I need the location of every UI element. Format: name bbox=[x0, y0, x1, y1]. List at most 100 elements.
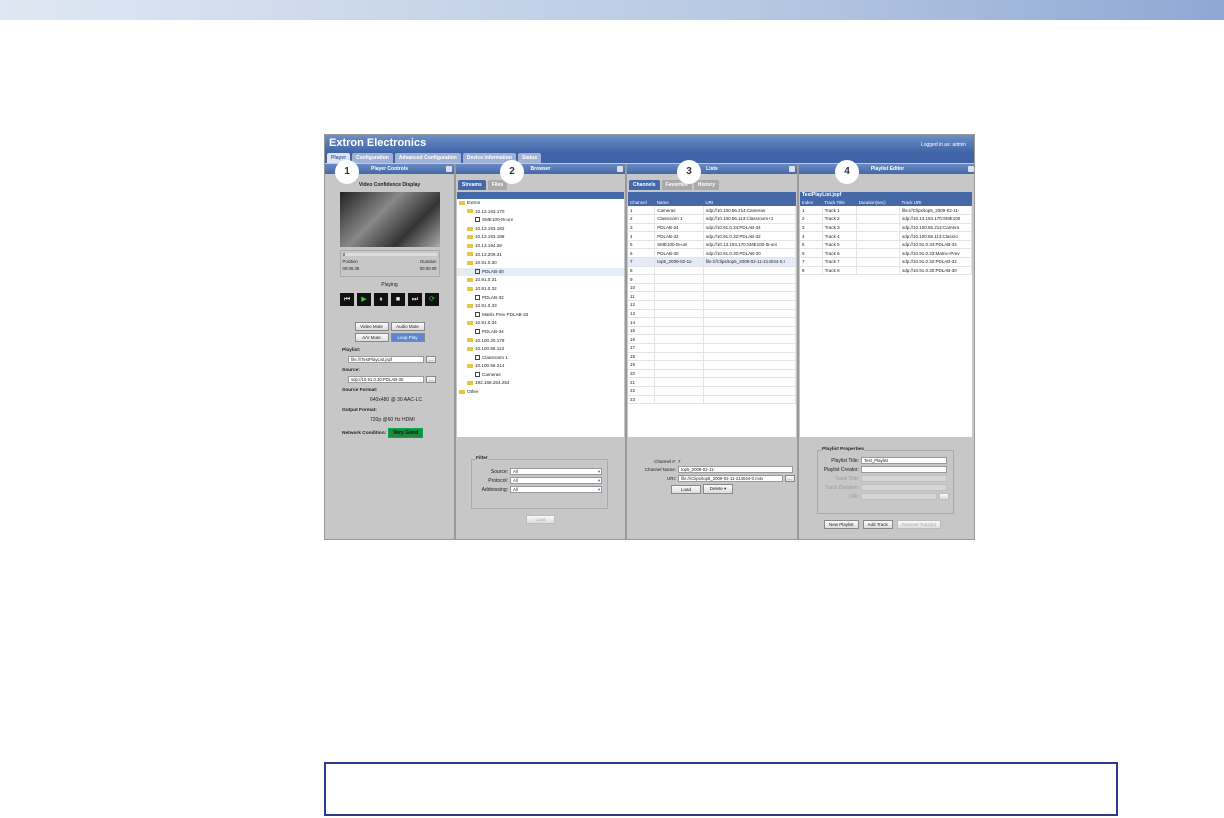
table-row[interactable]: 9 bbox=[628, 274, 796, 284]
tree-node[interactable]: 10.13.209.31 bbox=[457, 251, 624, 260]
filter-select[interactable]: All ▾ bbox=[510, 486, 602, 493]
column-header[interactable]: Channel bbox=[628, 199, 655, 206]
tree-node[interactable]: 10.100.56.214 bbox=[457, 362, 624, 371]
table-row[interactable]: 5 SME100-t5-uni sdp://10.13.193.170:SME100… bbox=[628, 240, 796, 250]
collapse-icon[interactable] bbox=[968, 166, 974, 172]
tree-node[interactable]: 10.13.193.170 bbox=[457, 208, 624, 217]
tree-node[interactable]: 10.100.56.113 bbox=[457, 345, 624, 354]
table-row[interactable]: 6 Track 6 sdp://10.91.0.33:Matrix+Prev bbox=[800, 248, 972, 259]
tree-node[interactable]: 10.13.193.182 bbox=[457, 225, 624, 234]
table-row[interactable]: 17 bbox=[628, 343, 796, 353]
playlist-creator-input[interactable] bbox=[861, 466, 947, 473]
table-row[interactable]: 6 PDLAB-30 sdp://10.91.0.30:PDLAB-30 bbox=[628, 248, 796, 259]
chevron-down-icon[interactable]: ▾ bbox=[598, 487, 600, 492]
table-row[interactable]: 2 Track 2 sdp://10.13.193.170:SME100 bbox=[800, 214, 972, 224]
new-playlist-button[interactable]: New Playlist bbox=[824, 520, 859, 529]
collapse-icon[interactable] bbox=[446, 166, 452, 172]
collapse-icon[interactable] bbox=[789, 166, 795, 172]
tab-streams[interactable]: Streams bbox=[458, 180, 486, 190]
source-input[interactable]: sdp://10.91.0.30:PDLAB-30 bbox=[348, 376, 424, 383]
table-row[interactable]: 4 PDLAB-32 sdp://10.91.0.32:PDLAB-32 bbox=[628, 231, 796, 241]
chevron-down-icon[interactable]: ▾ bbox=[598, 469, 600, 474]
play-icon[interactable]: ▶ bbox=[357, 293, 371, 306]
table-row[interactable]: 8 Track 8 sdp://10.91.0.30:PDLAB-30 bbox=[800, 266, 972, 276]
chevron-down-icon[interactable]: ▾ bbox=[598, 478, 600, 483]
track-title-input[interactable] bbox=[861, 475, 947, 482]
table-row[interactable]: 1 Track 1 file:///Clips/top5_2009-02-11- bbox=[800, 206, 972, 216]
tree-node[interactable]: Extron bbox=[457, 199, 624, 208]
tree-node[interactable]: Other bbox=[457, 388, 624, 397]
table-row[interactable]: 14 bbox=[628, 317, 796, 327]
pause-icon[interactable]: ⏸ bbox=[374, 293, 388, 306]
tab-status[interactable]: Status bbox=[517, 153, 542, 163]
table-row[interactable]: 4 Track 4 sdp://10.100.56.113:Classro bbox=[800, 231, 972, 241]
channel-load-button[interactable]: Load bbox=[671, 484, 701, 494]
stop-icon[interactable]: ■ bbox=[391, 293, 405, 306]
column-header[interactable]: Track Title bbox=[822, 199, 857, 206]
track-duration-stepper[interactable] bbox=[861, 484, 947, 491]
tree-node[interactable]: PDLAB-34 bbox=[457, 328, 624, 337]
table-row[interactable]: 16 bbox=[628, 334, 796, 344]
table-row[interactable]: 19 bbox=[628, 360, 796, 370]
tab-configuration[interactable]: Configuration bbox=[352, 153, 393, 163]
collapse-icon[interactable] bbox=[617, 166, 623, 172]
playlist-input[interactable]: file:///TestPlayList.jspf bbox=[348, 356, 424, 363]
tree-node[interactable]: Classroom 1 bbox=[457, 354, 624, 363]
column-header[interactable]: Duration(sec) bbox=[856, 199, 900, 206]
tab-advanced-configuration[interactable]: Advanced Configuration bbox=[394, 153, 461, 163]
table-row[interactable]: 8 bbox=[628, 266, 796, 276]
loop-icon[interactable]: ⟳ bbox=[425, 293, 439, 306]
tree-node[interactable]: PDLAB-32 bbox=[457, 294, 624, 303]
tab-channels[interactable]: Channels bbox=[629, 180, 660, 190]
table-row[interactable]: 11 bbox=[628, 291, 796, 302]
tree-node[interactable]: 10.91.0.34 bbox=[457, 319, 624, 328]
column-header[interactable]: URI bbox=[703, 199, 796, 206]
tree-node[interactable]: 10.13.194.28 bbox=[457, 242, 624, 251]
table-row[interactable]: 1 Cameras sdp://10.100.56.214:Cameras bbox=[628, 206, 796, 216]
table-row[interactable]: 12 bbox=[628, 300, 796, 310]
table-row[interactable]: 20 bbox=[628, 369, 796, 379]
filter-select[interactable]: All ▾ bbox=[510, 477, 602, 484]
column-header[interactable]: Index bbox=[800, 199, 823, 206]
tree-node[interactable]: PDLAB-30 bbox=[457, 267, 624, 277]
table-row[interactable]: 22 bbox=[628, 386, 796, 396]
table-row[interactable]: 7 Track 7 sdp://10.91.0.32:PDLAB-32 bbox=[800, 257, 972, 267]
tab-history[interactable]: History bbox=[693, 180, 719, 190]
tree-node[interactable]: 192.168.254.254 bbox=[457, 379, 624, 388]
table-row[interactable]: 23 bbox=[628, 395, 796, 405]
table-row[interactable]: 2 Classroom 1 sdp://10.100.56.113:Classroo… bbox=[628, 214, 796, 224]
column-header[interactable]: Name bbox=[654, 199, 704, 206]
video-mute-button[interactable]: Video Mute bbox=[354, 322, 389, 331]
table-row[interactable]: 18 bbox=[628, 352, 796, 362]
loop-play-button[interactable]: Loop Play bbox=[390, 333, 425, 342]
table-row[interactable]: 15 bbox=[628, 326, 796, 336]
uri-browse-button[interactable]: ... bbox=[785, 475, 795, 482]
av-mute-button[interactable]: A/V Mute bbox=[354, 333, 389, 342]
table-row[interactable]: 5 Track 5 sdp://10.91.0.34:PDLAB-34 bbox=[800, 240, 972, 250]
previous-icon[interactable]: ⏮ bbox=[340, 293, 354, 306]
table-row[interactable]: 7 top5_2009-02-11- file:///Clips/top5_2009… bbox=[628, 257, 796, 267]
tree-node[interactable]: SME100-t5-uni bbox=[457, 216, 624, 225]
table-row[interactable]: 3 PDLAB-34 sdp://10.91.0.34:PDLAB-34 bbox=[628, 223, 796, 233]
filter-load-button[interactable]: Load bbox=[526, 515, 555, 524]
add-track-button[interactable]: Add Track bbox=[862, 520, 893, 529]
tree-node[interactable]: 10.13.193.198 bbox=[457, 233, 624, 242]
source-browse-button[interactable]: ... bbox=[426, 376, 436, 383]
tree-node[interactable]: Matrix Prev PDLAB-33 bbox=[457, 311, 624, 320]
playlist-browse-button[interactable]: ... bbox=[426, 356, 436, 363]
channel-name-input[interactable]: top5_2009-02-11- bbox=[678, 466, 793, 473]
audio-mute-button[interactable]: Audio Mute bbox=[390, 322, 425, 331]
table-row[interactable]: 10 bbox=[628, 283, 796, 293]
filter-select[interactable]: All ▾ bbox=[510, 468, 602, 475]
tree-node[interactable]: 10.91.0.33 bbox=[457, 302, 624, 311]
tree-node[interactable]: Cameras bbox=[457, 371, 624, 380]
table-row[interactable]: 21 bbox=[628, 377, 796, 387]
track-uri-input[interactable] bbox=[861, 493, 937, 500]
tree-node[interactable]: 10.91.0.32 bbox=[457, 285, 624, 294]
tree-node[interactable]: 10.100.20.178 bbox=[457, 337, 624, 346]
next-icon[interactable]: ⏭ bbox=[408, 293, 422, 306]
tree-node[interactable]: 10.91.0.30 bbox=[457, 259, 624, 268]
tree-node[interactable]: 10.91.0.31 bbox=[457, 276, 624, 285]
track-uri-browse-button[interactable]: ... bbox=[939, 493, 949, 500]
delete-dropdown-button[interactable]: Delete ▾ bbox=[703, 484, 733, 494]
